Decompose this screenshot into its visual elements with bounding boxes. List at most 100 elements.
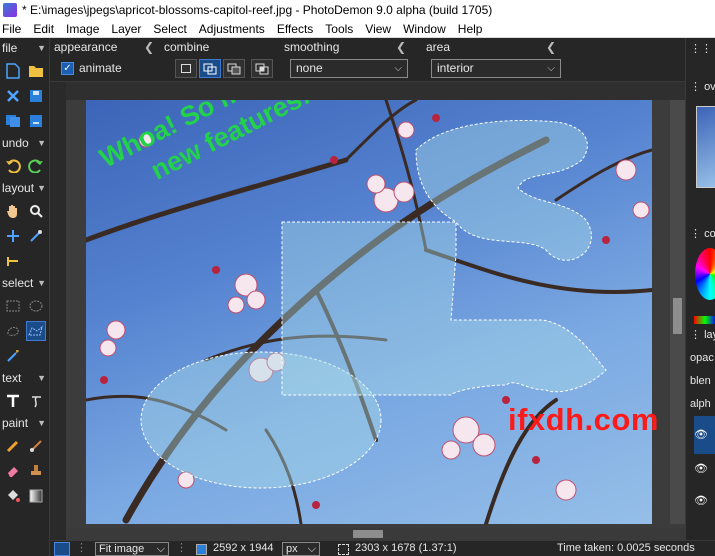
chevron-left-icon: ❮ bbox=[143, 40, 154, 54]
combine-subtract-button[interactable] bbox=[223, 59, 245, 78]
area-dropdown[interactable]: interior ⌵ bbox=[431, 59, 561, 78]
layers-header[interactable]: ⋮ lay bbox=[690, 328, 715, 341]
toolbox-layout-label: layout bbox=[2, 181, 35, 195]
undo-icon[interactable] bbox=[3, 156, 23, 176]
animate-checkbox[interactable]: ✓ bbox=[61, 62, 74, 75]
menu-adjustments[interactable]: Adjustments bbox=[193, 20, 271, 38]
color-picker-icon[interactable] bbox=[26, 226, 46, 246]
save-all-icon[interactable] bbox=[3, 111, 23, 131]
menu-view[interactable]: View bbox=[359, 20, 397, 38]
add-selection-icon bbox=[203, 63, 217, 74]
colors-header-label: col bbox=[704, 228, 715, 240]
hand-icon[interactable] bbox=[3, 201, 23, 221]
horizontal-scrollbar[interactable] bbox=[66, 528, 685, 540]
eraser-icon[interactable] bbox=[3, 461, 23, 481]
zoom-value: Fit image bbox=[99, 543, 145, 555]
combine-replace-button[interactable] bbox=[175, 59, 197, 78]
menu-layer[interactable]: Layer bbox=[105, 20, 147, 38]
combine-add-button[interactable] bbox=[199, 59, 221, 78]
smoothing-dropdown[interactable]: none ⌵ bbox=[290, 59, 408, 78]
menu-effects[interactable]: Effects bbox=[271, 20, 319, 38]
toolbox-paint-header[interactable]: paint ▼ bbox=[0, 413, 49, 433]
zoom-out-icon[interactable]: ⋮ bbox=[76, 541, 87, 556]
color-wheel[interactable] bbox=[695, 248, 715, 300]
measure-icon[interactable] bbox=[3, 251, 23, 271]
horizontal-scrollbar-thumb[interactable] bbox=[353, 530, 383, 538]
pencil-icon[interactable] bbox=[3, 436, 23, 456]
eye-icon[interactable]: 👁 bbox=[693, 462, 709, 475]
chevron-down-icon: ▼ bbox=[37, 418, 46, 428]
menu-tools[interactable]: Tools bbox=[319, 20, 359, 38]
appearance-section-header[interactable]: appearance ❮ bbox=[54, 38, 160, 56]
rect-select-icon[interactable] bbox=[3, 296, 23, 316]
menu-bar: File Edit Image Layer Select Adjustments… bbox=[0, 20, 715, 38]
polygon-select-icon[interactable] bbox=[25, 320, 46, 341]
save-as-icon[interactable] bbox=[26, 111, 46, 131]
alpha-label: alph bbox=[690, 398, 711, 410]
vertical-scrollbar[interactable] bbox=[670, 100, 685, 524]
overview-thumbnail[interactable] bbox=[696, 106, 715, 188]
canvas-top-strip bbox=[66, 82, 685, 100]
tool-options-bar: appearance ❮ ✓ animate combine smoothing… bbox=[50, 38, 685, 82]
vertical-scrollbar-thumb[interactable] bbox=[673, 298, 682, 334]
toolbox-undo-header[interactable]: undo ▼ bbox=[0, 133, 49, 153]
color-swatches[interactable] bbox=[694, 316, 715, 324]
toolbox-undo-label: undo bbox=[2, 136, 29, 150]
photo-canvas[interactable]: Whoa! So many new features! bbox=[86, 100, 652, 524]
chevron-left-icon: ❮ bbox=[395, 40, 406, 54]
ellipse-select-icon[interactable] bbox=[26, 296, 46, 316]
clone-stamp-icon[interactable] bbox=[26, 461, 46, 481]
colors-header[interactable]: ⋮ col bbox=[690, 227, 715, 240]
gradient-icon[interactable] bbox=[26, 486, 46, 506]
menu-file[interactable]: File bbox=[0, 20, 27, 38]
brush-icon[interactable] bbox=[26, 436, 46, 456]
close-icon[interactable] bbox=[3, 86, 23, 106]
typography-icon[interactable] bbox=[26, 391, 46, 411]
menu-select[interactable]: Select bbox=[147, 20, 192, 38]
magic-wand-icon[interactable] bbox=[3, 346, 23, 366]
unit-dropdown[interactable]: px ⌵ bbox=[282, 542, 320, 556]
empty-tool bbox=[26, 251, 46, 271]
combine-intersect-button[interactable] bbox=[251, 59, 273, 78]
overview-header[interactable]: ⋮ ove bbox=[690, 80, 715, 93]
area-label: area bbox=[426, 40, 451, 54]
toolbox-paint-label: paint bbox=[2, 416, 29, 430]
area-section-header[interactable]: area ❮ bbox=[426, 38, 562, 56]
text-icon[interactable] bbox=[3, 391, 23, 411]
zoom-icon[interactable] bbox=[26, 201, 46, 221]
redo-icon[interactable] bbox=[26, 156, 46, 176]
toolbox-file-header[interactable]: file ▼ bbox=[0, 38, 49, 58]
menu-window[interactable]: Window bbox=[397, 20, 452, 38]
toolbox-text-header[interactable]: text ▼ bbox=[0, 368, 49, 388]
toolbox-select-header[interactable]: select ▼ bbox=[0, 273, 49, 293]
appearance-label: appearance bbox=[54, 40, 118, 54]
animate-label: animate bbox=[79, 61, 122, 75]
fit-to-window-icon[interactable] bbox=[54, 542, 70, 556]
smoothing-label: smoothing bbox=[284, 40, 340, 54]
area-value: interior bbox=[437, 61, 474, 75]
eye-icon[interactable]: 👁 bbox=[693, 494, 709, 507]
subtract-selection-icon bbox=[227, 63, 241, 74]
time-taken: Time taken: 0.0025 seconds bbox=[557, 542, 695, 554]
selection-size-icon bbox=[338, 544, 349, 555]
window-title: * E:\images\jpegs\apricot-blossoms-capit… bbox=[22, 3, 493, 17]
smoothing-section-header[interactable]: smoothing ❮ bbox=[284, 38, 412, 56]
search-header[interactable]: ⋮⋮ sea bbox=[690, 42, 715, 55]
move-icon[interactable] bbox=[3, 226, 23, 246]
toolbox-layout-header[interactable]: layout ▼ bbox=[0, 178, 49, 198]
eye-icon[interactable]: 👁 bbox=[693, 428, 709, 441]
toolbox-file-label: file bbox=[2, 41, 18, 55]
fill-bucket-icon[interactable] bbox=[3, 486, 23, 506]
combine-section-header[interactable]: combine bbox=[164, 38, 284, 56]
zoom-dropdown[interactable]: Fit image ⌵ bbox=[95, 542, 169, 556]
menu-help[interactable]: Help bbox=[452, 20, 489, 38]
zoom-in-icon[interactable]: ⋮ bbox=[176, 541, 187, 556]
menu-edit[interactable]: Edit bbox=[27, 20, 60, 38]
save-icon[interactable] bbox=[26, 86, 46, 106]
menu-image[interactable]: Image bbox=[60, 20, 105, 38]
lasso-select-icon[interactable] bbox=[3, 321, 23, 341]
smoothing-value: none bbox=[296, 61, 323, 75]
new-image-icon[interactable] bbox=[3, 61, 23, 81]
open-folder-icon[interactable] bbox=[26, 61, 46, 81]
right-panel: ⋮⋮ sea ⋮ ove ⋮ col ⋮ lay opac blen alph … bbox=[685, 38, 715, 540]
